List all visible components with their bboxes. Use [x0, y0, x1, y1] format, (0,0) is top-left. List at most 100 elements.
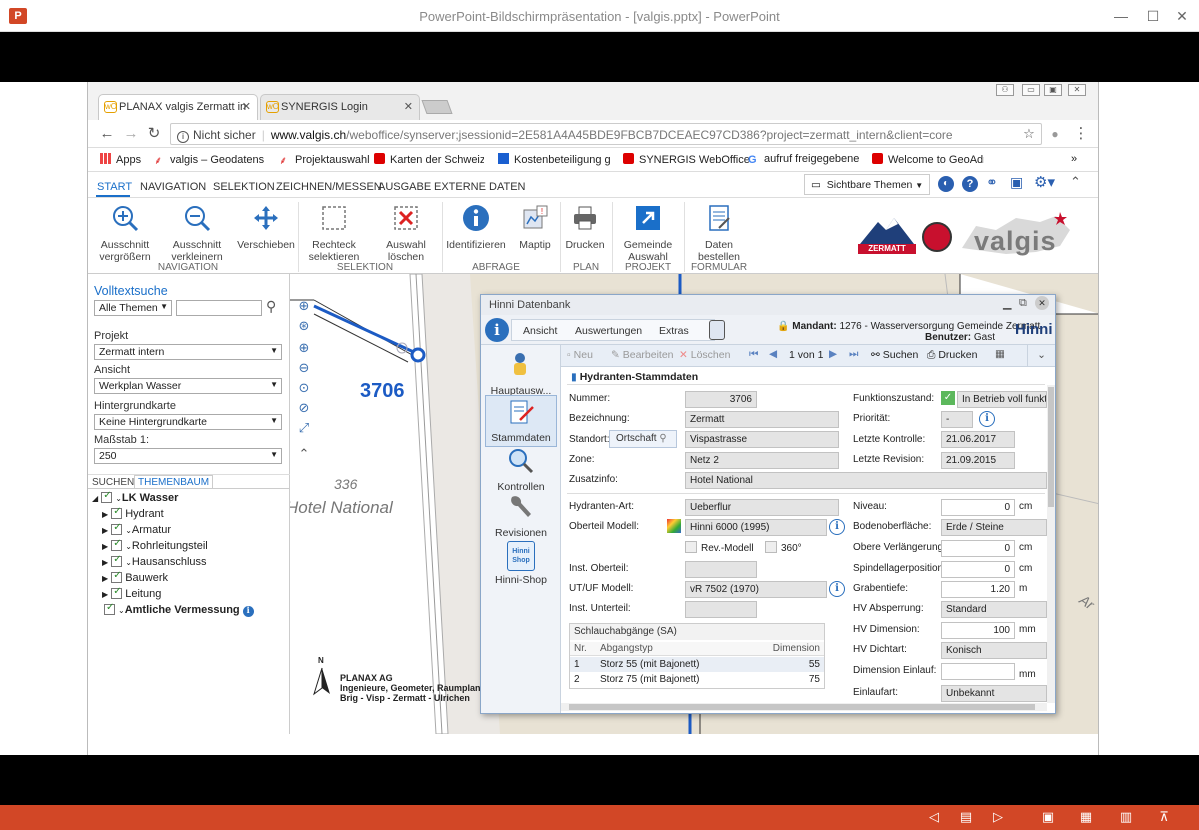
delete-button[interactable]: ✕ Löschen: [679, 349, 730, 361]
bookmark-apps[interactable]: Apps: [100, 153, 141, 166]
kontrolle-field[interactable]: 21.06.2017: [941, 431, 1015, 448]
zusatzinfo-field[interactable]: Hotel National: [685, 472, 1047, 489]
tab-navigation[interactable]: NAVIGATION: [140, 181, 206, 193]
slideshow-icon[interactable]: ⊼: [1156, 809, 1172, 825]
table-row[interactable]: 2 Storz 75 (mit Bajonett) 75: [570, 672, 824, 687]
checkbox[interactable]: [104, 602, 115, 615]
zoom-previous-icon[interactable]: ⊘: [294, 398, 314, 418]
obere-field[interactable]: 0: [941, 540, 1015, 557]
checkbox[interactable]: [111, 570, 123, 583]
standort-field[interactable]: Vispastrasse: [685, 431, 839, 448]
rev-modell-checkbox[interactable]: Rev.-Modell: [685, 541, 754, 554]
dialog-titlebar[interactable]: Hinni Datenbank ▁ ⧉ ✕: [481, 295, 1055, 315]
side-kontrollen[interactable]: Kontrollen: [485, 447, 557, 493]
normal-view-icon[interactable]: ▣: [1040, 809, 1056, 825]
art-field[interactable]: Ueberflur: [685, 499, 839, 516]
previous-slide-icon[interactable]: ◁: [926, 809, 942, 825]
close-tab-icon[interactable]: ✕: [404, 100, 413, 113]
history-icon[interactable]: ◐: [938, 176, 954, 192]
order-data-button[interactable]: Daten bestellen: [688, 204, 750, 263]
zoom-out-map-icon[interactable]: ⊖: [294, 358, 314, 378]
bookmark-aufruf[interactable]: Gaufruf freigegebener: [748, 153, 860, 165]
settings-icon[interactable]: ⚙▾: [1034, 173, 1055, 191]
next-record-icon[interactable]: ▶: [829, 348, 837, 360]
rect-select-button[interactable]: Rechteck selektieren: [304, 204, 364, 263]
bookmark-synergis[interactable]: SYNERGIS WebOffice: [623, 153, 750, 166]
tree-rohrleitungsteil[interactable]: ▶ ⌄Rohrleitungsteil: [102, 538, 208, 552]
checkbox[interactable]: [111, 586, 123, 599]
ortschaft-button[interactable]: Ortschaft ⚲: [609, 430, 677, 448]
reading-view-icon[interactable]: ▥: [1118, 809, 1134, 825]
maptip-button[interactable]: ! Maptip: [514, 204, 556, 251]
slide-notes-icon[interactable]: ▤: [958, 809, 974, 825]
info-icon[interactable]: i: [829, 519, 845, 535]
next-slide-icon[interactable]: ▷: [990, 809, 1006, 825]
close-tab-icon[interactable]: ✕: [242, 100, 251, 113]
checkbox[interactable]: [111, 522, 123, 535]
search-button[interactable]: ⚯ Suchen: [871, 349, 918, 361]
grid-settings-icon[interactable]: ▦: [995, 348, 1005, 360]
table-row[interactable]: 1 Storz 55 (mit Bajonett) 55: [570, 657, 824, 672]
bookmark-valgis[interactable]: ⸙ valgis – Geodatenser: [154, 153, 264, 166]
dimein-field[interactable]: [941, 663, 1015, 680]
menu-icon[interactable]: ⋮: [1072, 125, 1090, 143]
horizontal-scrollbar[interactable]: [561, 703, 1047, 711]
last-record-icon[interactable]: ⏭: [849, 348, 858, 361]
maximize-icon[interactable]: ☐: [1143, 6, 1163, 26]
info-icon[interactable]: i: [979, 411, 995, 427]
globe-nav-icon[interactable]: ⊛: [294, 316, 314, 336]
themes-dropdown[interactable]: ▭ Sichtbare Themen ▼: [804, 174, 930, 195]
link-icon[interactable]: ⚭: [986, 174, 998, 191]
boden-field[interactable]: Erde / Steine: [941, 519, 1047, 536]
checkbox[interactable]: [111, 538, 123, 551]
municipality-button[interactable]: Gemeinde Auswahl: [616, 204, 680, 263]
back-icon[interactable]: ←: [98, 125, 116, 143]
close-browser-icon[interactable]: ✕: [1068, 84, 1086, 96]
slide-sorter-icon[interactable]: ▦: [1078, 809, 1094, 825]
info-icon[interactable]: i: [829, 581, 845, 597]
zoom-in-map-icon[interactable]: ⊕: [294, 338, 314, 358]
bookmark-karten[interactable]: Karten der Schweiz -: [374, 153, 484, 166]
tree-lk-wasser[interactable]: ◢ ⌄LK Wasser: [92, 490, 178, 504]
side-revisionen[interactable]: Revisionen: [485, 493, 557, 539]
close-icon[interactable]: ✕: [1172, 6, 1192, 26]
first-record-icon[interactable]: ⏮: [749, 348, 758, 361]
close-dialog-icon[interactable]: ✕: [1035, 296, 1049, 310]
info-icon[interactable]: i: [242, 606, 254, 617]
bookmark-kostenbeteiligung[interactable]: Kostenbeteiligung ge: [498, 153, 610, 166]
info-icon[interactable]: i: [177, 131, 189, 143]
pan-button[interactable]: Verschieben: [235, 204, 297, 251]
tree-armatur[interactable]: ▶ ⌄Armatur: [102, 522, 171, 536]
minimize-icon[interactable]: —: [1111, 6, 1131, 26]
tree-hydrant[interactable]: ▶ Hydrant: [102, 506, 164, 520]
tab-suchen[interactable]: SUCHEN: [92, 477, 134, 488]
hvabs-field[interactable]: Standard: [941, 601, 1047, 618]
side-hauptauswahl[interactable]: Hauptausw...: [485, 351, 557, 397]
niveau-field[interactable]: 0: [941, 499, 1015, 516]
bookmarks-more[interactable]: »: [1071, 153, 1077, 165]
zoom-in-button[interactable]: Ausschnitt vergrößern: [96, 204, 154, 263]
utuf-field[interactable]: vR 7502 (1970): [685, 581, 827, 598]
inst-oberteil-field[interactable]: [685, 561, 757, 578]
tab-themenbaum[interactable]: THEMENBAUM: [134, 475, 214, 489]
hvdim-field[interactable]: 100: [941, 622, 1015, 639]
restore-browser-icon[interactable]: ▣: [1044, 84, 1062, 96]
oberteil-field[interactable]: Hinni 6000 (1995): [685, 519, 827, 536]
full-extent-icon[interactable]: ⤢: [294, 418, 314, 438]
search-icon[interactable]: ⚲: [266, 298, 276, 315]
forward-icon[interactable]: →: [122, 125, 140, 143]
checkbox[interactable]: [111, 506, 123, 519]
scrollbar-thumb[interactable]: [569, 704, 1035, 710]
collapse-ribbon-icon[interactable]: ⌃: [1070, 174, 1081, 190]
expand-toolbar-icon[interactable]: ⌄: [1027, 345, 1055, 366]
scrollbar-thumb[interactable]: [1048, 387, 1054, 507]
funktionszustand-field[interactable]: In Betrieb voll funktio: [957, 391, 1047, 408]
new-button[interactable]: ▫ Neu: [567, 349, 593, 361]
minimize-browser-icon[interactable]: ▭: [1022, 84, 1040, 96]
tab-externe-daten[interactable]: EXTERNE DATEN: [434, 181, 525, 193]
status-check-icon[interactable]: ✓: [941, 391, 955, 405]
menu-extras[interactable]: Extras: [659, 325, 689, 337]
print-button[interactable]: Drucken: [564, 204, 606, 251]
tab-zeichnen[interactable]: ZEICHNEN/MESSEN: [276, 181, 382, 193]
projekt-select[interactable]: Zermatt intern ▼: [94, 344, 282, 360]
